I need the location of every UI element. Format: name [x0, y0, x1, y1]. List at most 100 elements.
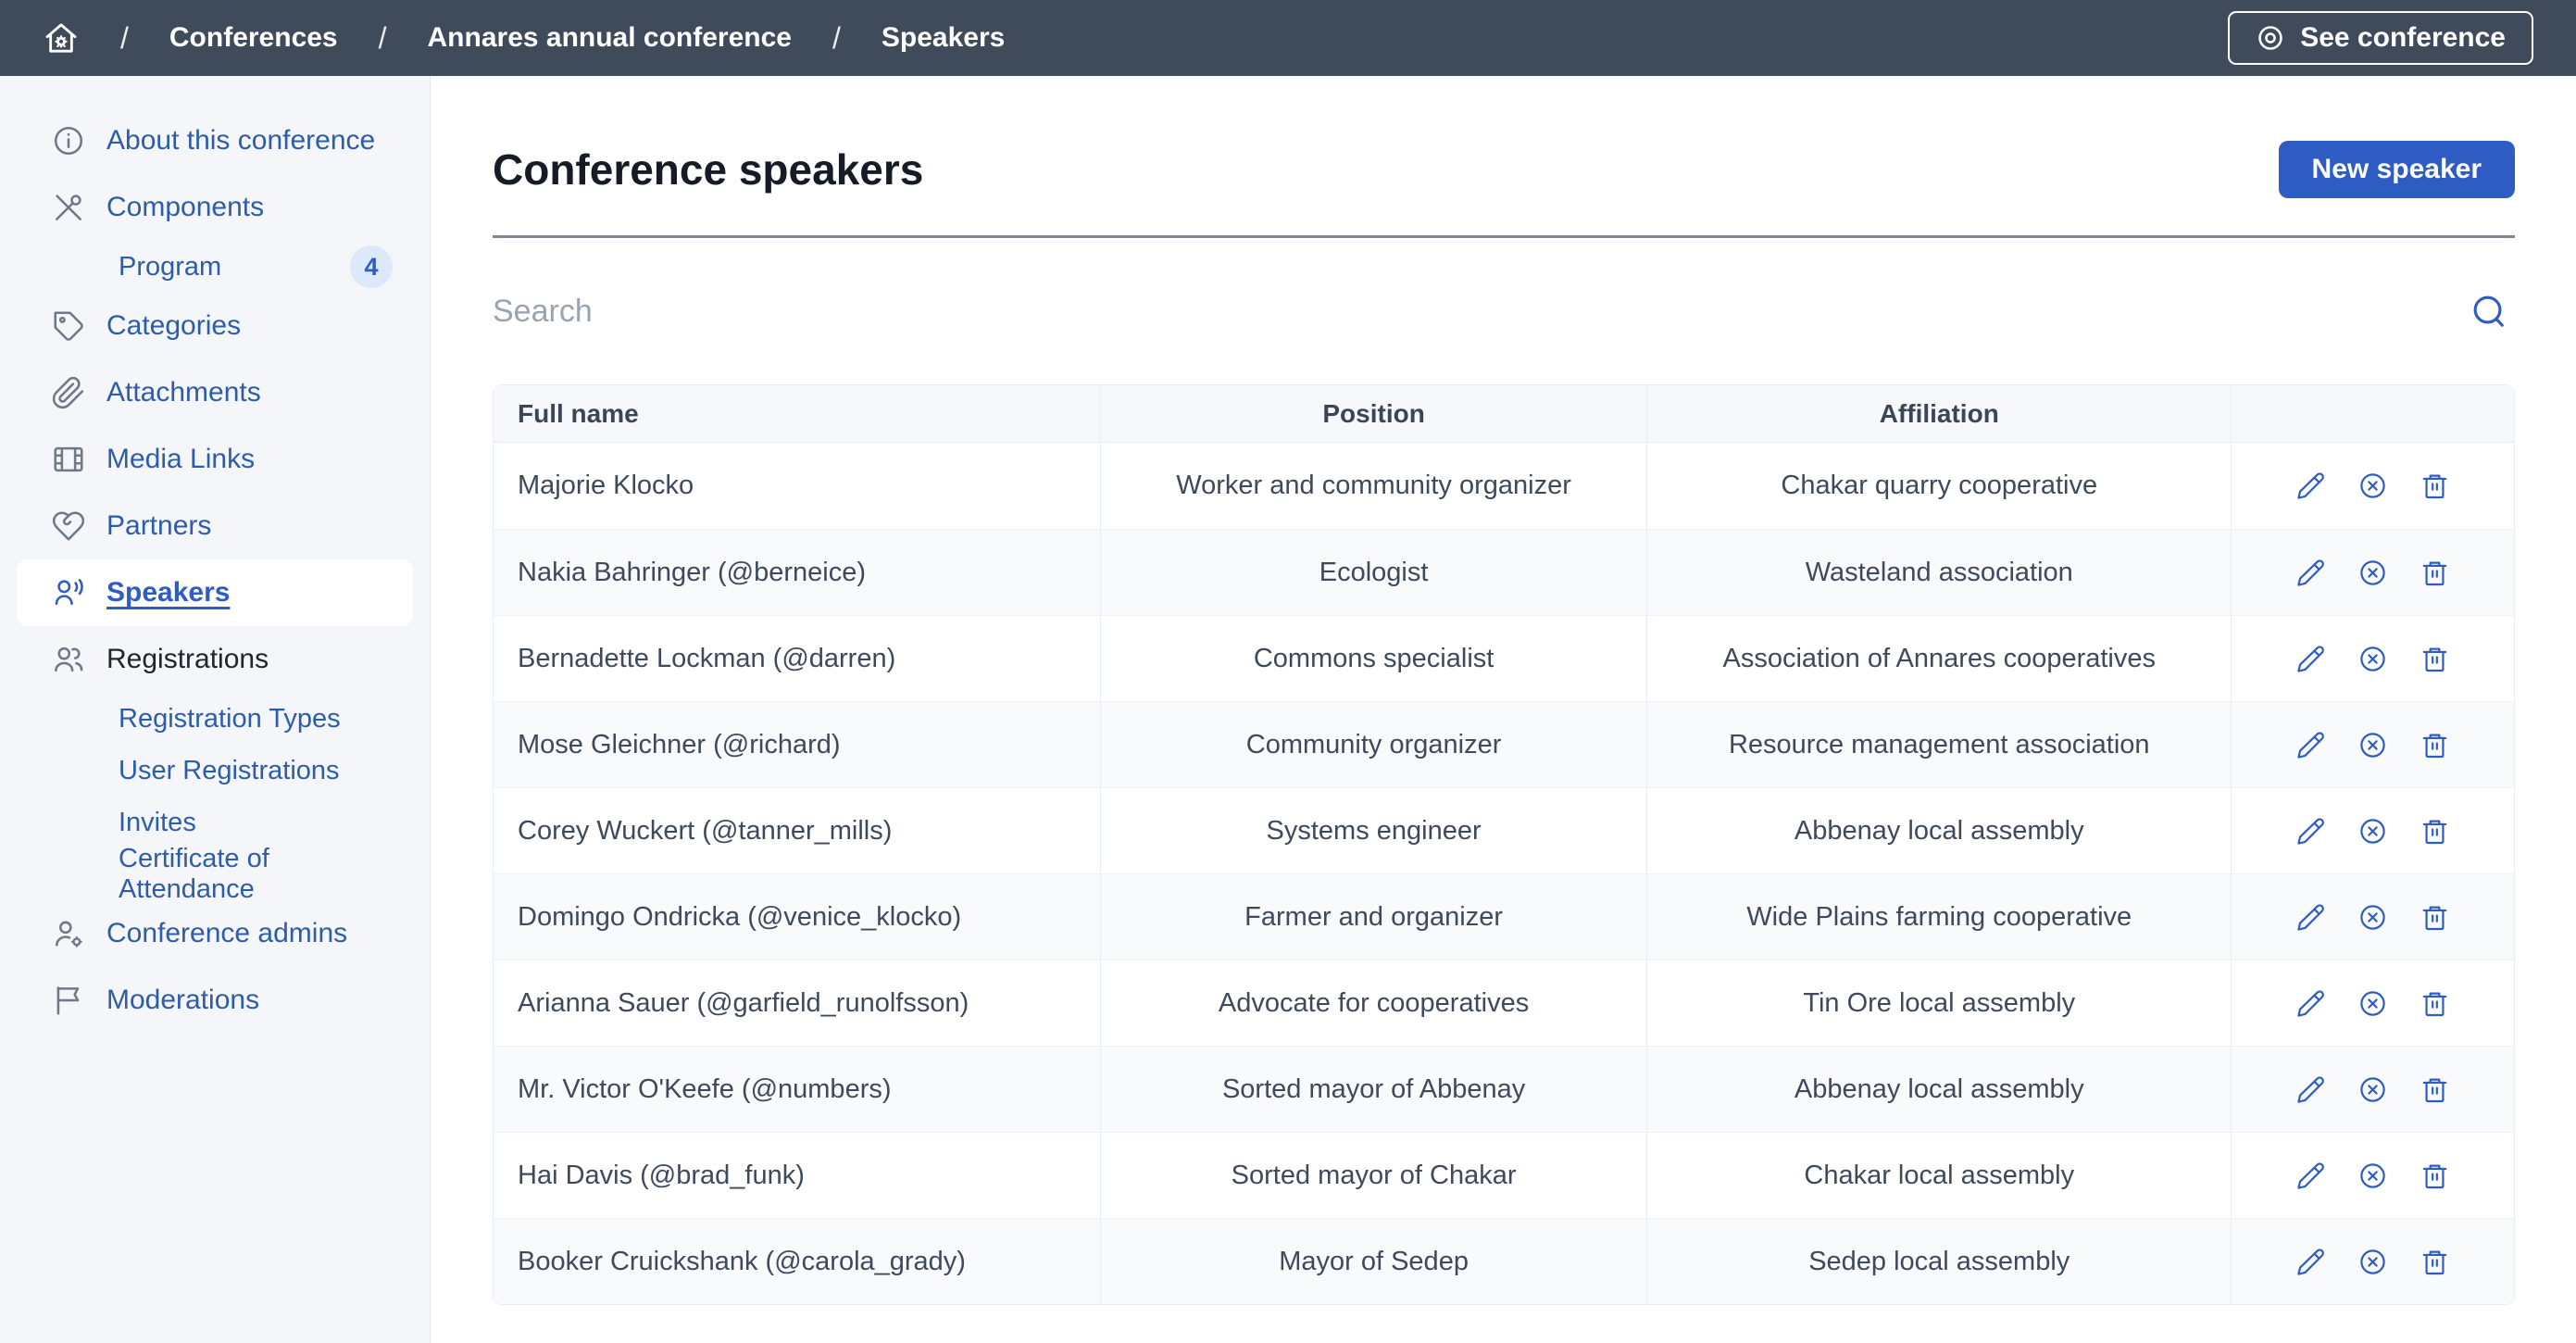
- cell-affiliation: Sedep local assembly: [1646, 1218, 2231, 1304]
- unpublish-button[interactable]: [2357, 558, 2388, 588]
- sidebar-item-registration-types[interactable]: Registration Types: [17, 693, 413, 745]
- delete-button[interactable]: [2420, 988, 2450, 1019]
- unpublish-button[interactable]: [2357, 644, 2388, 674]
- edit-button[interactable]: [2295, 1074, 2326, 1105]
- trash-icon: [2420, 1161, 2450, 1191]
- cell-full-name: Arianna Sauer (@garfield_runolfsson): [494, 960, 1100, 1046]
- see-conference-button[interactable]: See conference: [2228, 11, 2533, 65]
- table-row: Hai Davis (@brad_funk)Sorted mayor of Ch…: [494, 1132, 2514, 1218]
- cell-actions: [2231, 873, 2514, 960]
- sidebar-item-categories[interactable]: Categories: [17, 293, 413, 359]
- edit-button[interactable]: [2295, 471, 2326, 501]
- film-icon: [51, 442, 86, 477]
- sidebar-item-moderations[interactable]: Moderations: [17, 967, 413, 1034]
- close-circle-icon: [2357, 644, 2388, 674]
- edit-button[interactable]: [2295, 558, 2326, 588]
- cell-full-name: Corey Wuckert (@tanner_mills): [494, 787, 1100, 873]
- sidebar-item-attachments[interactable]: Attachments: [17, 359, 413, 426]
- edit-button[interactable]: [2295, 988, 2326, 1019]
- search-button[interactable]: [2469, 291, 2509, 332]
- sidebar-item-label: Program: [119, 252, 221, 282]
- cell-position: Worker and community organizer: [1100, 443, 1647, 529]
- cell-position: Systems engineer: [1100, 787, 1647, 873]
- trash-icon: [2420, 730, 2450, 760]
- sidebar-item-conference-admins[interactable]: Conference admins: [17, 900, 413, 967]
- sidebar-item-label: Partners: [106, 510, 211, 542]
- sidebar-item-registrations: Registrations: [17, 626, 413, 693]
- breadcrumb-separator: /: [832, 21, 841, 56]
- sidebar-item-about-this-conference[interactable]: About this conference: [17, 107, 413, 174]
- delete-button[interactable]: [2420, 471, 2450, 501]
- cell-full-name: Majorie Klocko: [494, 443, 1100, 529]
- edit-button[interactable]: [2295, 1161, 2326, 1191]
- sidebar-item-user-registrations[interactable]: User Registrations: [17, 745, 413, 797]
- edit-icon: [2295, 988, 2326, 1019]
- edit-button[interactable]: [2295, 902, 2326, 933]
- unpublish-button[interactable]: [2357, 816, 2388, 847]
- trash-icon: [2420, 902, 2450, 933]
- cell-affiliation: Abbenay local assembly: [1646, 787, 2231, 873]
- unpublish-button[interactable]: [2357, 1161, 2388, 1191]
- delete-button[interactable]: [2420, 1247, 2450, 1277]
- table-row: Nakia Bahringer (@berneice)EcologistWast…: [494, 529, 2514, 615]
- new-speaker-button[interactable]: New speaker: [2279, 141, 2515, 198]
- sidebar-item-partners[interactable]: Partners: [17, 493, 413, 559]
- main-content: Conference speakers New speaker: [431, 76, 2576, 1343]
- cell-affiliation: Abbenay local assembly: [1646, 1046, 2231, 1132]
- close-circle-icon: [2357, 471, 2388, 501]
- trash-icon: [2420, 471, 2450, 501]
- sidebar-item-certificate-of-attendance[interactable]: Certificate of Attendance: [17, 848, 413, 900]
- sidebar-item-speakers[interactable]: Speakers: [17, 559, 413, 626]
- edit-icon: [2295, 816, 2326, 847]
- edit-button[interactable]: [2295, 644, 2326, 674]
- unpublish-button[interactable]: [2357, 471, 2388, 501]
- tag-icon: [51, 308, 86, 344]
- unpublish-button[interactable]: [2357, 1074, 2388, 1105]
- close-circle-icon: [2357, 558, 2388, 588]
- sidebar-item-program[interactable]: Program4: [17, 241, 413, 293]
- home-gear-icon[interactable]: [43, 19, 80, 56]
- cell-affiliation: Association of Annares cooperatives: [1646, 615, 2231, 701]
- edit-button[interactable]: [2295, 730, 2326, 760]
- table-row: Mose Gleichner (@richard)Community organ…: [494, 701, 2514, 787]
- table-row: Majorie KlockoWorker and community organ…: [494, 443, 2514, 529]
- breadcrumb-conference-name[interactable]: Annares annual conference: [428, 22, 792, 54]
- sidebar-item-invites[interactable]: Invites: [17, 797, 413, 848]
- edit-icon: [2295, 1247, 2326, 1277]
- page-title: Conference speakers: [493, 144, 923, 195]
- sidebar-item-media-links[interactable]: Media Links: [17, 426, 413, 493]
- handshake-heart-icon: [51, 508, 86, 544]
- search-row: [493, 238, 2515, 384]
- actions-column-header: [2231, 385, 2514, 443]
- sidebar-item-components[interactable]: Components: [17, 174, 413, 241]
- cell-actions: [2231, 787, 2514, 873]
- unpublish-button[interactable]: [2357, 1247, 2388, 1277]
- unpublish-button[interactable]: [2357, 902, 2388, 933]
- cell-full-name: Bernadette Lockman (@darren): [494, 615, 1100, 701]
- tools-icon: [51, 190, 86, 225]
- close-circle-icon: [2357, 1074, 2388, 1105]
- sidebar-item-label: Components: [106, 192, 264, 223]
- unpublish-button[interactable]: [2357, 730, 2388, 760]
- delete-button[interactable]: [2420, 644, 2450, 674]
- breadcrumb-speakers[interactable]: Speakers: [882, 22, 1005, 54]
- delete-button[interactable]: [2420, 558, 2450, 588]
- paperclip-icon: [51, 375, 86, 410]
- cell-position: Mayor of Sedep: [1100, 1218, 1647, 1304]
- delete-button[interactable]: [2420, 1074, 2450, 1105]
- user-voice-icon: [51, 575, 86, 610]
- trash-icon: [2420, 644, 2450, 674]
- delete-button[interactable]: [2420, 902, 2450, 933]
- edit-icon: [2295, 558, 2326, 588]
- edit-button[interactable]: [2295, 816, 2326, 847]
- search-input[interactable]: [493, 294, 2515, 330]
- cell-affiliation: Resource management association: [1646, 701, 2231, 787]
- edit-button[interactable]: [2295, 1247, 2326, 1277]
- unpublish-button[interactable]: [2357, 988, 2388, 1019]
- delete-button[interactable]: [2420, 1161, 2450, 1191]
- sidebar: About this conferenceComponentsProgram4C…: [0, 76, 431, 1343]
- delete-button[interactable]: [2420, 816, 2450, 847]
- cell-full-name: Mose Gleichner (@richard): [494, 701, 1100, 787]
- breadcrumb-conferences[interactable]: Conferences: [169, 22, 338, 54]
- delete-button[interactable]: [2420, 730, 2450, 760]
